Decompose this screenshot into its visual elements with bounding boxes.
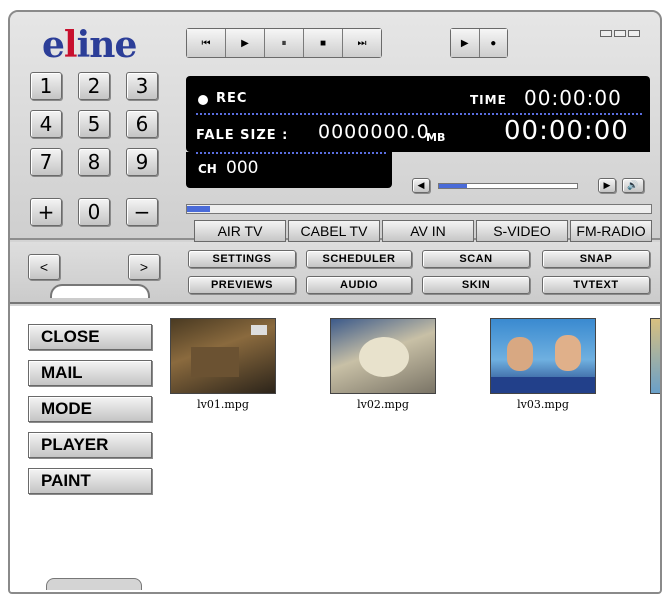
volume-up-button[interactable]: ▶ [598, 178, 616, 193]
snap-button[interactable]: SNAP [542, 250, 650, 268]
file-size-value: 0000000.0 [318, 121, 430, 143]
source-air-tv[interactable]: AIR TV [194, 220, 286, 242]
video-preview-image [490, 318, 596, 394]
num-key-2[interactable]: 2 [78, 72, 110, 100]
player-window: eline ⏮ ▶ ⏸ ■ ⏭ ▶ ● 1 2 3 4 5 6 7 8 9 + [8, 10, 662, 594]
scan-button[interactable]: SCAN [422, 250, 530, 268]
control-panel: eline ⏮ ▶ ⏸ ■ ⏭ ▶ ● 1 2 3 4 5 6 7 8 9 + [10, 12, 660, 242]
speaker-icon[interactable]: 🔊 [622, 178, 644, 193]
file-size-unit: MB [426, 131, 446, 144]
mail-button[interactable]: MAIL [28, 360, 152, 386]
num-key-4[interactable]: 4 [30, 110, 62, 138]
transport-controls: ⏮ ▶ ⏸ ■ ⏭ [186, 28, 382, 58]
file-name: lv03.mpg [517, 398, 569, 411]
time-value: 00:00:00 [524, 86, 622, 110]
play-button[interactable]: ▶ [226, 29, 265, 57]
time-label: TIME [470, 93, 507, 107]
num-key-0[interactable]: 0 [78, 198, 110, 226]
rec-indicator [198, 95, 208, 105]
num-key-5[interactable]: 5 [78, 110, 110, 138]
file-thumbnail[interactable]: lv03.mpg [490, 318, 596, 411]
previous-track-button[interactable]: ⏮ [187, 29, 226, 57]
file-browser: CLOSE MAIL MODE PLAYER PAINT lv01.mpg lv… [10, 306, 660, 592]
source-fm-radio[interactable]: FM-RADIO [570, 220, 652, 242]
progress-fill [187, 206, 211, 212]
volume-down-button[interactable]: ◀ [412, 178, 430, 193]
num-key-6[interactable]: 6 [126, 110, 158, 138]
file-size-label: FALE SIZE : [196, 128, 289, 143]
file-thumbnail[interactable]: lv02.mpg [330, 318, 436, 411]
nav-prev-button[interactable]: < [28, 254, 60, 280]
close-window-button[interactable] [628, 30, 640, 37]
video-preview-image [330, 318, 436, 394]
rec-label: REC [216, 91, 248, 106]
panel-tab [50, 284, 150, 298]
source-s-video[interactable]: S-VIDEO [476, 220, 568, 242]
source-av-in[interactable]: AV IN [382, 220, 474, 242]
previews-button[interactable]: PREVIEWS [188, 276, 296, 294]
player-button[interactable]: PLAYER [28, 432, 152, 458]
minimize-button[interactable] [600, 30, 612, 37]
record-progress-bar[interactable] [186, 204, 652, 214]
tvtext-button[interactable]: TVTEXT [542, 276, 650, 294]
next-track-button[interactable]: ⏭ [343, 29, 381, 57]
elapsed-time: 00:00:00 [504, 116, 629, 146]
source-tabs: AIR TV CABEL TV AV IN S-VIDEO FM-RADIO [194, 220, 652, 242]
file-name: lv02.mpg [357, 398, 409, 411]
num-key-9[interactable]: 9 [126, 148, 158, 176]
scheduler-button[interactable]: SCHEDULER [306, 250, 412, 268]
bottom-grip[interactable] [46, 578, 142, 590]
volume-slider[interactable] [438, 183, 578, 189]
record-controls: ▶ ● [450, 28, 508, 58]
channel-label: CH [198, 162, 217, 176]
audio-button[interactable]: AUDIO [306, 276, 412, 294]
source-cabel-tv[interactable]: CABEL TV [288, 220, 380, 242]
file-thumbnail[interactable]: lv01.mpg [170, 318, 276, 411]
num-key-1[interactable]: 1 [30, 72, 62, 100]
volume-control: ◀ ▶ 🔊 [402, 178, 652, 194]
maximize-button[interactable] [614, 30, 626, 37]
mode-button[interactable]: MODE [28, 396, 152, 422]
video-preview-image [170, 318, 276, 394]
channel-down-button[interactable]: − [126, 198, 158, 226]
pause-button[interactable]: ⏸ [265, 29, 304, 57]
skin-button[interactable]: SKIN [422, 276, 530, 294]
rec-play-button[interactable]: ▶ [451, 29, 480, 57]
num-key-7[interactable]: 7 [30, 148, 62, 176]
window-controls [600, 30, 640, 37]
eline-logo: eline [42, 24, 137, 66]
channel-up-button[interactable]: + [30, 198, 62, 226]
volume-fill [439, 184, 467, 188]
paint-button[interactable]: PAINT [28, 468, 152, 494]
partial-thumbnail[interactable] [650, 318, 660, 394]
num-key-3[interactable]: 3 [126, 72, 158, 100]
settings-button[interactable]: SETTINGS [188, 250, 296, 268]
close-button[interactable]: CLOSE [28, 324, 152, 350]
channel-value: 000 [226, 158, 259, 178]
file-name: lv01.mpg [197, 398, 249, 411]
num-key-8[interactable]: 8 [78, 148, 110, 176]
stop-button[interactable]: ■ [304, 29, 343, 57]
nav-next-button[interactable]: > [128, 254, 160, 280]
record-button[interactable]: ● [479, 29, 507, 57]
